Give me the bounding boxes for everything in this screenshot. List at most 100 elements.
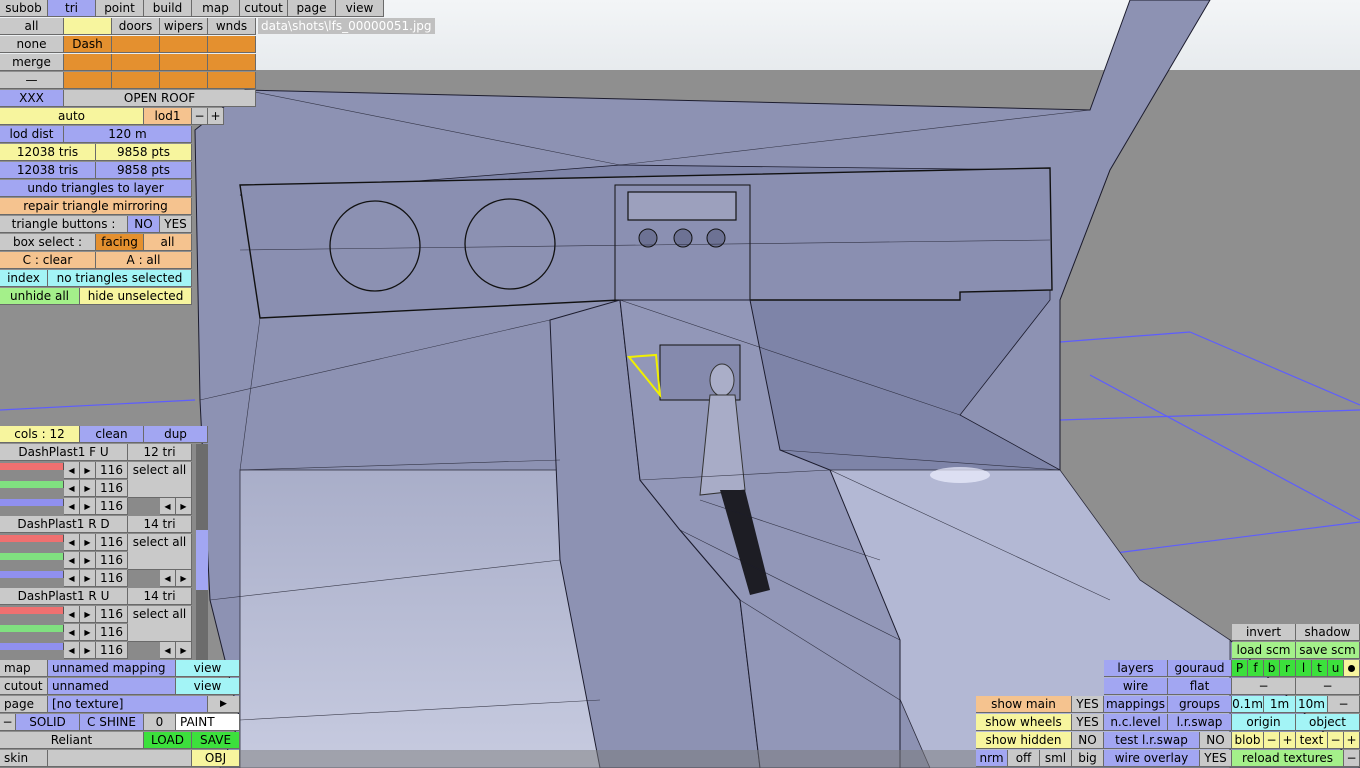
color-group-name[interactable]: DashPlast1 F U xyxy=(0,444,128,461)
right-arrow-icon[interactable]: ▶ xyxy=(80,552,96,569)
show-hidden-button[interactable]: show hidden xyxy=(976,732,1072,749)
tab-map[interactable]: map xyxy=(192,0,240,17)
left-arrow-icon[interactable]: ◀ xyxy=(64,498,80,515)
skin-field[interactable] xyxy=(48,750,192,767)
green-value[interactable]: 116 xyxy=(96,480,128,497)
right-arrow-icon[interactable]: ▶ xyxy=(80,570,96,587)
dot-icon[interactable] xyxy=(1344,660,1360,677)
color-group-name[interactable]: DashPlast1 R U xyxy=(0,588,128,605)
reload-textures-button[interactable]: reload textures xyxy=(1232,750,1344,767)
right-arrow-icon[interactable]: ▶ xyxy=(80,498,96,515)
tab-subob[interactable]: subob xyxy=(0,0,48,17)
zero-value[interactable]: 0 xyxy=(144,714,176,731)
subobject-cell[interactable] xyxy=(208,36,256,53)
show-hidden-value[interactable]: NO xyxy=(1072,732,1104,749)
next-icon[interactable]: ▶ xyxy=(176,570,192,587)
invert-button[interactable]: invert xyxy=(1232,624,1296,641)
tab-tri[interactable]: tri xyxy=(48,0,96,17)
dup-button[interactable]: dup xyxy=(144,426,208,443)
red-value[interactable]: 116 xyxy=(96,534,128,551)
select-none-button[interactable]: none xyxy=(0,36,64,53)
prev-icon[interactable]: ◀ xyxy=(160,642,176,659)
green-channel-bar[interactable] xyxy=(0,481,64,488)
prev-icon[interactable]: ◀ xyxy=(160,570,176,587)
subobject-cell[interactable] xyxy=(160,54,208,71)
next-icon[interactable]: ▶ xyxy=(176,642,192,659)
left-arrow-icon[interactable]: ◀ xyxy=(64,570,80,587)
cutout-name-field[interactable]: unnamed xyxy=(48,678,176,695)
minus-button[interactable]: − xyxy=(1296,678,1360,695)
green-channel-bar[interactable] xyxy=(0,553,64,560)
left-arrow-icon[interactable]: ◀ xyxy=(64,480,80,497)
subobject-cell[interactable] xyxy=(112,36,160,53)
select-all-button[interactable]: all xyxy=(0,18,64,35)
tab-cutout[interactable]: cutout xyxy=(240,0,288,17)
select-all-tris-button[interactable]: A : all xyxy=(96,252,192,269)
subobject-cell[interactable] xyxy=(112,54,160,71)
layer-t-button[interactable]: t xyxy=(1312,660,1328,677)
blue-channel-bar[interactable] xyxy=(0,571,64,578)
text-button[interactable]: text xyxy=(1296,732,1328,749)
wire-button[interactable]: wire xyxy=(1104,678,1168,695)
triangle-buttons-no[interactable]: NO xyxy=(128,216,160,233)
subobject-cell[interactable] xyxy=(64,54,112,71)
text-plus-button[interactable]: + xyxy=(1344,732,1360,749)
subobject-cell[interactable] xyxy=(112,72,160,89)
blue-value[interactable]: 116 xyxy=(96,570,128,587)
lod-current[interactable]: lod1 xyxy=(144,108,192,125)
box-select-all[interactable]: all xyxy=(144,234,192,251)
groups-button[interactable]: groups xyxy=(1168,696,1232,713)
blue-value[interactable]: 116 xyxy=(96,498,128,515)
red-value[interactable]: 116 xyxy=(96,462,128,479)
normal-big-button[interactable]: big xyxy=(1072,750,1104,767)
load-button[interactable]: LOAD xyxy=(144,732,192,749)
mappings-button[interactable]: mappings xyxy=(1104,696,1168,713)
test-lr-swap-value[interactable]: NO xyxy=(1200,732,1232,749)
prev-icon[interactable]: ◀ xyxy=(160,498,176,515)
save-scm-button[interactable]: save scm xyxy=(1296,642,1360,659)
nc-level-button[interactable]: n.c.level xyxy=(1104,714,1168,731)
doors-header[interactable]: doors xyxy=(112,18,160,35)
blue-channel-bar[interactable] xyxy=(0,643,64,650)
wire-overlay-button[interactable]: wire overlay xyxy=(1104,750,1200,767)
green-channel-bar[interactable] xyxy=(0,625,64,632)
grid-1m-button[interactable]: 1m xyxy=(1264,696,1296,713)
left-arrow-icon[interactable]: ◀ xyxy=(64,606,80,623)
layer-r-button[interactable]: r xyxy=(1280,660,1296,677)
clean-button[interactable]: clean xyxy=(80,426,144,443)
subobject-slot[interactable] xyxy=(64,18,112,35)
left-arrow-icon[interactable]: ◀ xyxy=(64,624,80,641)
reload-minus-button[interactable]: − xyxy=(1344,750,1360,767)
solid-button[interactable]: SOLID xyxy=(16,714,80,731)
wire-overlay-value[interactable]: YES xyxy=(1200,750,1232,767)
right-arrow-icon[interactable]: ▶ xyxy=(80,534,96,551)
grid-minus-button[interactable]: − xyxy=(1328,696,1360,713)
grid-10m-button[interactable]: 10m xyxy=(1296,696,1328,713)
right-arrow-icon[interactable]: ▶ xyxy=(80,624,96,641)
c-shine-button[interactable]: C SHINE xyxy=(80,714,144,731)
object-button[interactable]: object xyxy=(1296,714,1360,731)
box-select-facing[interactable]: facing xyxy=(96,234,144,251)
red-value[interactable]: 116 xyxy=(96,606,128,623)
lod-plus-button[interactable]: + xyxy=(208,108,224,125)
tab-point[interactable]: point xyxy=(96,0,144,17)
open-roof-button[interactable]: OPEN ROOF xyxy=(64,90,256,107)
minus-button[interactable]: − xyxy=(1232,678,1296,695)
normal-sml-button[interactable]: sml xyxy=(1040,750,1072,767)
select-all-group-button[interactable]: select all xyxy=(128,606,192,642)
blue-value[interactable]: 116 xyxy=(96,642,128,659)
cutout-view-button[interactable]: view xyxy=(176,678,240,695)
undo-triangles-button[interactable]: undo triangles to layer xyxy=(0,180,192,197)
tab-page[interactable]: page xyxy=(288,0,336,17)
repair-mirroring-button[interactable]: repair triangle mirroring xyxy=(0,198,192,215)
lod-auto-button[interactable]: auto xyxy=(0,108,144,125)
right-arrow-icon[interactable]: ▶ xyxy=(80,462,96,479)
color-group-name[interactable]: DashPlast1 R D xyxy=(0,516,128,533)
lod-minus-button[interactable]: − xyxy=(192,108,208,125)
subobject-cell[interactable] xyxy=(64,72,112,89)
normal-nrm-button[interactable]: nrm xyxy=(976,750,1008,767)
red-channel-bar[interactable] xyxy=(0,535,64,542)
left-arrow-icon[interactable]: ◀ xyxy=(64,552,80,569)
dash-subobject[interactable]: Dash xyxy=(64,36,112,53)
wipers-header[interactable]: wipers xyxy=(160,18,208,35)
